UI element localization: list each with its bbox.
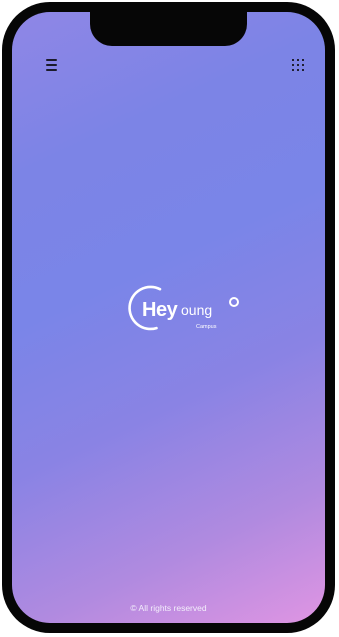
menu-line	[46, 64, 57, 66]
grid-dot	[301, 59, 304, 62]
logo-subtitle: Campus	[196, 324, 217, 330]
grid-dot	[301, 63, 304, 67]
grid-dot	[296, 63, 300, 67]
logo-text-hey: Hey	[142, 299, 178, 321]
grid-dot	[292, 63, 295, 67]
app-screen: Hey oung Campus © All rights reserved	[12, 12, 325, 623]
grid-dot	[301, 68, 304, 71]
grid-dot	[296, 68, 300, 71]
menu-line	[46, 59, 57, 61]
logo-dot-icon	[229, 297, 239, 307]
logo-text-oung: oung	[181, 302, 213, 318]
grid-dot	[296, 59, 300, 62]
phone-notch	[90, 12, 247, 46]
hamburger-menu-icon[interactable]	[46, 58, 60, 72]
grid-dot	[292, 68, 295, 71]
apps-grid-icon[interactable]	[292, 59, 306, 73]
phone-frame: Hey oung Campus © All rights reserved	[2, 2, 335, 633]
menu-line	[46, 69, 57, 71]
heyoung-logo: Hey oung Campus	[125, 279, 255, 349]
grid-dot	[292, 59, 295, 62]
copyright-footer: © All rights reserved	[130, 603, 207, 613]
